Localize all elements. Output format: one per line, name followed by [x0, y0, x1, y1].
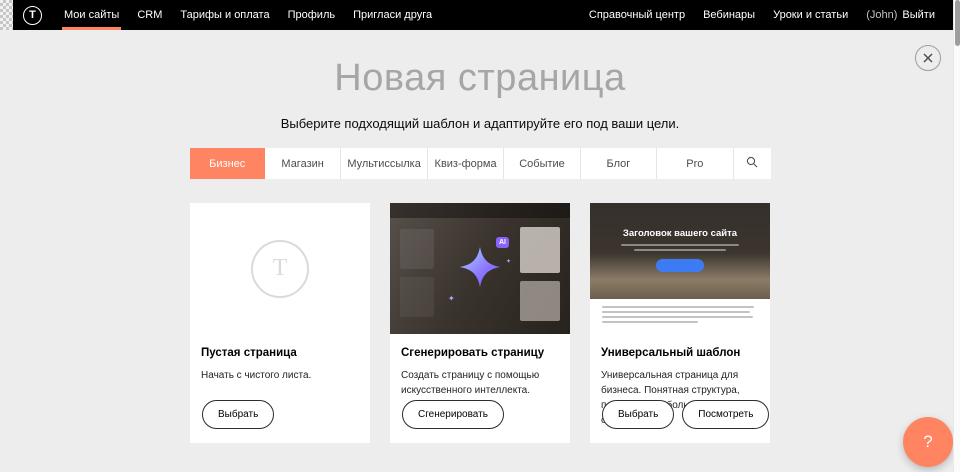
nav-webinars[interactable]: Вебинары — [694, 0, 764, 30]
preview-hero: Заголовок вашего сайта — [590, 203, 770, 299]
preview-heading: Заголовок вашего сайта — [623, 228, 737, 239]
close-button[interactable] — [915, 45, 941, 71]
tab-quiz-form[interactable]: Квиз-форма — [428, 148, 504, 179]
select-template-button[interactable]: Выбрать — [602, 400, 674, 429]
topbar-nav-right: Справочный центр Вебинары Уроки и статьи… — [580, 0, 960, 30]
nav-crm[interactable]: CRM — [128, 0, 171, 30]
preview-text-line — [602, 316, 753, 318]
help-button[interactable]: ? — [903, 417, 953, 467]
generate-button[interactable]: Сгенерировать — [402, 400, 504, 429]
search-icon — [746, 156, 758, 171]
ai-badge: AI — [496, 237, 509, 248]
tab-business[interactable]: Бизнес — [190, 148, 265, 179]
scrollbar-thumb[interactable] — [955, 0, 960, 46]
card-body: Пустая страница Начать с чистого листа. — [190, 334, 370, 383]
tilda-mark-icon: T — [251, 240, 309, 298]
card-title: Универсальный шаблон — [601, 347, 759, 359]
sparkle-icon: ✦ — [448, 295, 455, 303]
template-category-tabs: Бизнес Магазин Мультиссылка Квиз-форма С… — [190, 148, 771, 179]
topbar: T Мои сайты CRM Тарифы и оплата Профиль … — [0, 0, 960, 30]
nav-invite-friend[interactable]: Пригласи друга — [344, 0, 441, 30]
account-logout[interactable]: (John) Выйти — [857, 0, 944, 30]
tab-pro[interactable]: Pro — [657, 148, 733, 179]
template-cards-row: T Пустая страница Начать с чистого листа… — [190, 203, 770, 443]
corner-pattern — [0, 0, 13, 30]
universal-template-preview[interactable]: Заголовок вашего сайта — [590, 203, 770, 334]
view-template-button[interactable]: Посмотреть — [682, 400, 769, 429]
tab-multilink[interactable]: Мультиссылка — [341, 148, 428, 179]
page-subtitle: Выберите подходящий шаблон и адаптируйте… — [0, 116, 960, 131]
preview-text-line — [602, 321, 698, 323]
new-page-dialog: T Мои сайты CRM Тарифы и оплата Профиль … — [0, 0, 960, 472]
preview-text-line — [621, 244, 739, 246]
preview-block — [520, 281, 560, 321]
card-actions: Выбрать Посмотреть — [602, 400, 769, 429]
preview-text-line — [602, 311, 750, 313]
card-description: Создать страницу с помощью искусственног… — [401, 368, 559, 398]
card-ai-generate: AI ✦ ✦ Сгенерировать страницу Создать ст… — [390, 203, 570, 443]
tab-blog[interactable]: Блог — [581, 148, 657, 179]
nav-lessons[interactable]: Уроки и статьи — [764, 0, 857, 30]
scrollbar[interactable] — [953, 0, 960, 472]
ai-sparkle-icon — [458, 245, 502, 289]
logout-label: Выйти — [902, 9, 935, 21]
nav-help-center[interactable]: Справочный центр — [580, 0, 694, 30]
nav-profile[interactable]: Профиль — [279, 0, 345, 30]
topbar-nav-left: Мои сайты CRM Тарифы и оплата Профиль Пр… — [55, 0, 441, 30]
tab-event[interactable]: Событие — [504, 148, 580, 179]
card-title: Сгенерировать страницу — [401, 347, 559, 359]
card-description: Начать с чистого листа. — [201, 368, 359, 383]
account-name: (John) — [866, 9, 897, 21]
close-icon — [923, 51, 933, 66]
page-title: Новая страница — [0, 27, 960, 100]
preview-browser-bar — [390, 203, 570, 218]
select-blank-button[interactable]: Выбрать — [202, 400, 274, 429]
preview-text-line — [634, 249, 726, 251]
card-universal-template: Заголовок вашего сайта Универсальный шаб… — [590, 203, 770, 443]
tilda-logo[interactable]: T — [23, 6, 42, 25]
card-actions: Выбрать — [202, 400, 274, 429]
preview-block — [400, 229, 434, 269]
tab-search[interactable] — [734, 148, 771, 179]
preview-block — [400, 277, 434, 317]
card-actions: Сгенерировать — [402, 400, 504, 429]
ai-generate-preview[interactable]: AI ✦ ✦ — [390, 203, 570, 334]
preview-block — [520, 227, 560, 273]
card-title: Пустая страница — [201, 347, 359, 359]
preview-cta-button — [656, 259, 704, 272]
tab-shop[interactable]: Магазин — [265, 148, 341, 179]
preview-text-line — [602, 306, 754, 308]
sparkle-icon: ✦ — [506, 259, 511, 265]
nav-tariffs[interactable]: Тарифы и оплата — [171, 0, 278, 30]
card-body: Сгенерировать страницу Создать страницу … — [390, 334, 570, 398]
blank-page-preview[interactable]: T — [190, 203, 370, 334]
card-blank-page: T Пустая страница Начать с чистого листа… — [190, 203, 370, 443]
preview-paragraph — [590, 299, 770, 334]
nav-my-sites[interactable]: Мои сайты — [55, 0, 128, 30]
